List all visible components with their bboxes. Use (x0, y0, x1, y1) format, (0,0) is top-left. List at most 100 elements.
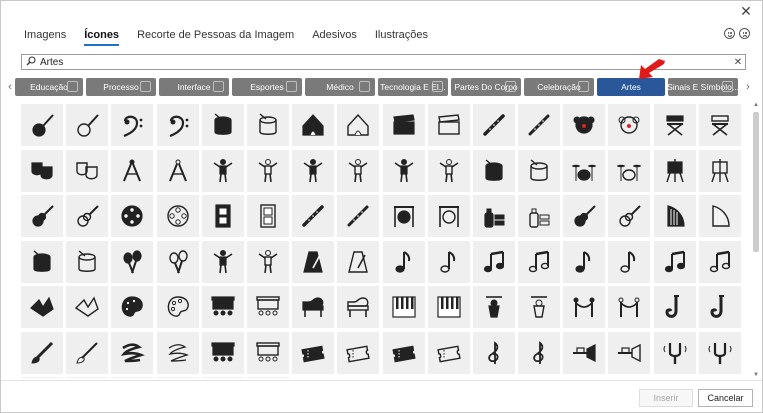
maracas-icon[interactable] (111, 240, 154, 283)
scribble-icon[interactable] (111, 331, 154, 374)
piano-outline-icon[interactable] (337, 286, 380, 328)
category-chip-9[interactable]: Sinais E Símbolo... (668, 77, 738, 96)
circus-tent-outline-icon[interactable] (337, 104, 380, 146)
category-chip-5[interactable]: Tecnologia E El... (378, 77, 448, 96)
close-icon[interactable]: ✕ (738, 3, 754, 20)
drum-icon[interactable] (201, 104, 244, 146)
sad-feedback-icon[interactable] (739, 28, 750, 39)
tab-images[interactable]: Imagens (15, 23, 75, 47)
category-chip-4[interactable]: Médico (305, 77, 375, 96)
bass-clef-outline-icon[interactable] (156, 104, 199, 146)
theater-seats-outline-icon[interactable] (246, 331, 289, 374)
icon-cell-placeholder[interactable] (21, 377, 63, 378)
paintbrush-outline-icon[interactable] (66, 331, 109, 374)
origami-outline-icon[interactable] (66, 286, 109, 328)
mannequin-icon[interactable] (201, 149, 244, 192)
flute-outline-icon[interactable] (337, 195, 380, 237)
conductor-outline-icon[interactable] (337, 149, 380, 192)
tab-stickers[interactable]: Adesivos (303, 23, 366, 47)
scroll-down-icon[interactable]: ▼ (752, 372, 760, 378)
figure-icon[interactable] (382, 149, 425, 192)
treble-clef-outline-icon[interactable] (518, 331, 561, 374)
puppet-icon[interactable] (472, 286, 515, 328)
dancer-outline-icon[interactable] (246, 240, 289, 283)
electric-guitar-outline-icon[interactable] (66, 195, 109, 237)
music-note-outline-icon[interactable] (427, 240, 470, 283)
graffiti-icon[interactable] (472, 195, 515, 237)
gong-outline-icon[interactable] (427, 195, 470, 237)
category-chip-2[interactable]: Interface (159, 77, 229, 96)
scrollbar-thumb[interactable] (753, 112, 759, 252)
category-chip-1[interactable]: Processo (86, 77, 156, 96)
drum-kit-icon[interactable] (563, 149, 606, 192)
conductor-icon[interactable] (292, 149, 335, 192)
marching-drum-outline-icon[interactable] (66, 240, 109, 283)
harp-icon[interactable] (653, 195, 696, 237)
gong-icon[interactable] (382, 195, 425, 237)
icon-cell-placeholder[interactable] (246, 377, 289, 378)
insert-button[interactable]: Inserir (639, 389, 693, 407)
music-note-icon[interactable] (382, 240, 425, 283)
easel-icon[interactable] (653, 149, 696, 192)
tickets-icon[interactable] (382, 331, 425, 374)
cancel-button[interactable]: Cancelar (698, 389, 753, 407)
tab-cutout-people[interactable]: Recorte de Pessoas da Imagem (128, 23, 303, 47)
saxophone-icon[interactable] (653, 286, 696, 328)
marching-drum-icon[interactable] (21, 240, 63, 283)
icon-cell-placeholder[interactable] (156, 377, 199, 378)
scrollbar[interactable]: ▲ ▼ (752, 102, 760, 378)
chevron-left-icon[interactable]: ‹ (5, 81, 15, 93)
clear-search-icon[interactable]: ✕ (731, 57, 745, 68)
clown-outline-icon[interactable] (608, 104, 651, 146)
stage-outline-icon[interactable] (246, 286, 289, 328)
eighth-note-outline-icon[interactable] (608, 240, 651, 283)
ticket-outline-icon[interactable] (337, 331, 380, 374)
dancer-icon[interactable] (201, 240, 244, 283)
search-input[interactable] (40, 55, 731, 69)
compass-outline-icon[interactable] (156, 149, 199, 192)
theater-masks-icon[interactable] (21, 149, 63, 192)
clapperboard-icon[interactable] (382, 104, 425, 146)
icon-cell-placeholder[interactable] (201, 377, 244, 378)
snare-drum-icon[interactable] (472, 149, 515, 192)
category-chip-3[interactable]: Esportes (232, 77, 302, 96)
film-strip-outline-icon[interactable] (246, 195, 289, 237)
palette-icon[interactable] (111, 286, 154, 328)
category-chip-8[interactable]: Artes (597, 77, 665, 96)
film-reel-outline-icon[interactable] (156, 195, 199, 237)
film-strip-icon[interactable] (201, 195, 244, 237)
piano-keys-icon[interactable] (382, 286, 425, 328)
metronome-outline-icon[interactable] (337, 240, 380, 283)
guitar-outline-icon[interactable] (608, 195, 651, 237)
electric-guitar-icon[interactable] (21, 195, 63, 237)
category-chip-0[interactable]: Educação (15, 77, 83, 96)
ticket-icon[interactable] (292, 331, 335, 374)
icon-cell-placeholder[interactable] (66, 377, 109, 378)
origami-icon[interactable] (21, 286, 63, 328)
director-chair-icon[interactable] (653, 104, 696, 146)
piano-icon[interactable] (292, 286, 335, 328)
theater-masks-outline-icon[interactable] (66, 149, 109, 192)
circus-tent-icon[interactable] (292, 104, 335, 146)
icon-cell-placeholder[interactable] (111, 377, 154, 378)
snare-drum-outline-icon[interactable] (518, 149, 561, 192)
drum-kit-outline-icon[interactable] (608, 149, 651, 192)
flute-icon[interactable] (292, 195, 335, 237)
bass-clef-icon[interactable] (111, 104, 154, 146)
film-reel-icon[interactable] (111, 195, 154, 237)
tickets-outline-icon[interactable] (427, 331, 470, 374)
tab-icons[interactable]: Ícones (75, 23, 128, 47)
mannequin-outline-icon[interactable] (246, 149, 289, 192)
rope-barrier-icon[interactable] (563, 286, 606, 328)
tuning-fork-outline-icon[interactable] (698, 331, 741, 374)
metronome-icon[interactable] (292, 240, 335, 283)
music-notes-outline-icon[interactable] (518, 240, 561, 283)
sixteenth-notes-outline-icon[interactable] (698, 240, 741, 283)
figure-outline-icon[interactable] (427, 149, 470, 192)
palette-outline-icon[interactable] (156, 286, 199, 328)
maracas-outline-icon[interactable] (156, 240, 199, 283)
harp-outline-icon[interactable] (698, 195, 741, 237)
chevron-right-icon[interactable]: › (743, 81, 753, 93)
tuning-fork-icon[interactable] (653, 331, 696, 374)
director-chair-outline-icon[interactable] (698, 104, 741, 146)
